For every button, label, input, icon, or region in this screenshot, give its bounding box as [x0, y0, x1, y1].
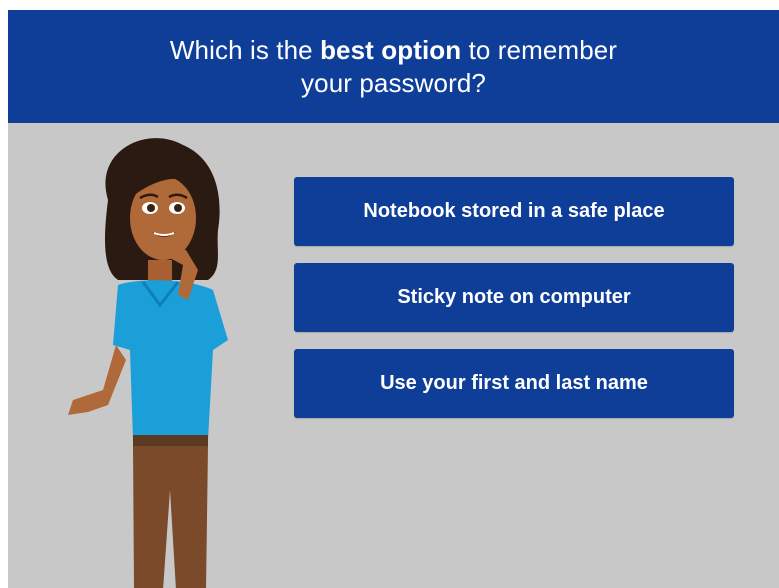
question-line1-prefix: Which is the	[169, 34, 321, 65]
answer-option-1-button[interactable]: Notebook stored in a safe place	[294, 177, 734, 246]
question-line2: your password?	[301, 67, 486, 98]
answer-option-2-button[interactable]: Sticky note on computer	[294, 263, 734, 332]
question-text: Which is the best option to remember you…	[170, 34, 617, 100]
answer-option-2-label: Sticky note on computer	[397, 286, 631, 308]
question-banner: Which is the best option to remember you…	[8, 10, 779, 123]
question-line1-suffix: to remember	[461, 34, 618, 65]
answer-option-3-label: Use your first and last name	[380, 372, 648, 394]
answer-option-1-label: Notebook stored in a safe place	[363, 200, 665, 222]
woman-thinking-illustration	[68, 138, 228, 588]
answer-option-3-button[interactable]: Use your first and last name	[294, 349, 734, 418]
quiz-slide: Which is the best option to remember you…	[8, 10, 779, 588]
question-emphasis: best option	[320, 34, 462, 65]
